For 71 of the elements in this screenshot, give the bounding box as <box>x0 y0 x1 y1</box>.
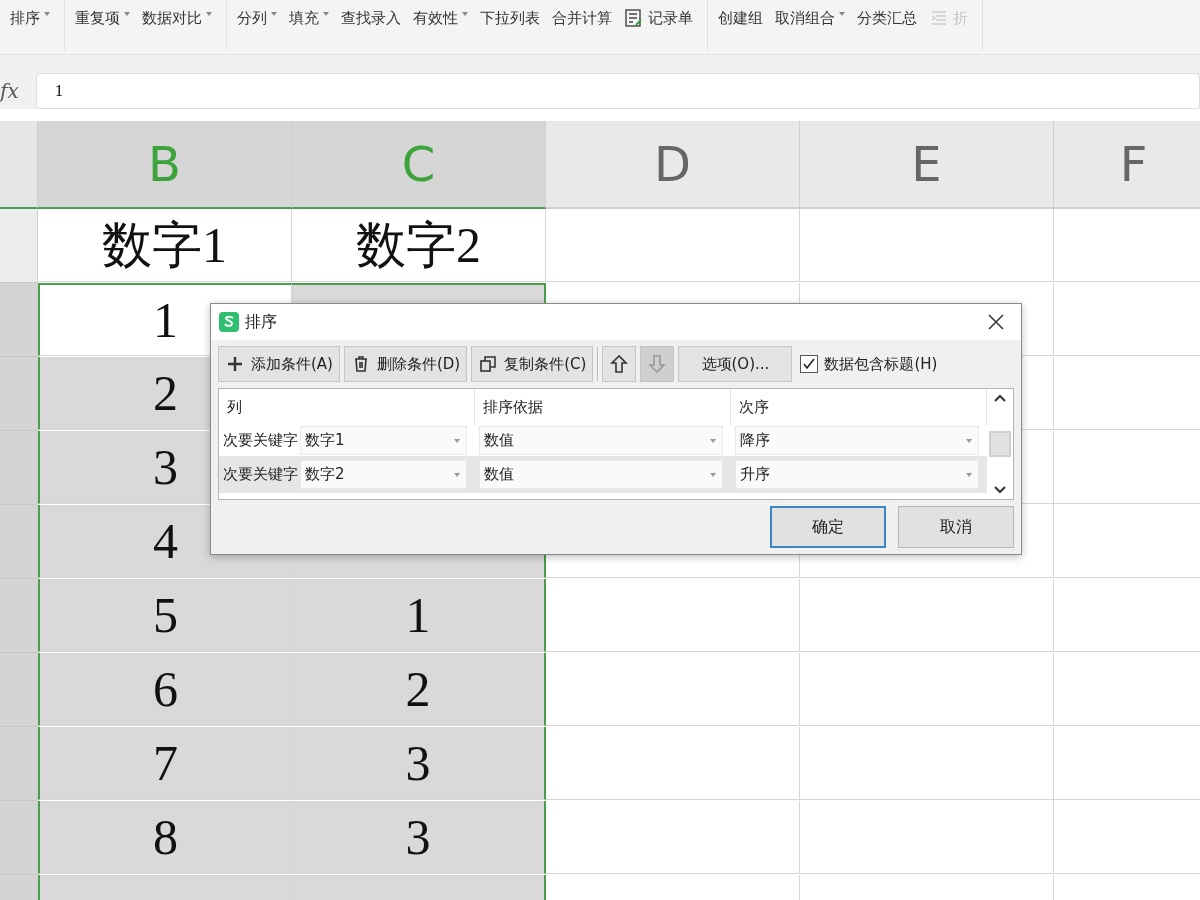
formula-input[interactable]: 1 <box>36 72 1200 109</box>
scroll-up-icon[interactable] <box>993 393 1007 403</box>
caret-icon <box>839 12 845 16</box>
toolbar-button[interactable] <box>602 346 637 382</box>
column-header[interactable]: D <box>546 121 800 209</box>
copy-icon <box>478 354 499 374</box>
row-header[interactable] <box>0 209 38 283</box>
toolbar-button[interactable]: 添加条件(A) <box>218 346 340 382</box>
checkbox[interactable] <box>800 355 819 373</box>
column-select[interactable]: 数字1 <box>300 426 467 455</box>
row-header[interactable] <box>0 801 38 875</box>
collapse-icon <box>929 8 949 28</box>
caret-icon <box>271 12 277 16</box>
column-header[interactable]: E <box>800 121 1054 209</box>
app-logo-icon <box>219 312 239 332</box>
toolbar-button[interactable]: 合并计算 <box>552 6 612 30</box>
toolbar-button[interactable]: 有效性 <box>413 6 468 30</box>
column-header[interactable]: F <box>1054 121 1200 209</box>
table-cell: 7 <box>38 727 292 800</box>
toolbar-button[interactable]: 填充 <box>289 6 329 30</box>
toolbar-button[interactable]: 下拉列表 <box>480 6 540 30</box>
toolbar-button[interactable]: 取消组合 <box>775 6 845 30</box>
scrollbar-thumb[interactable] <box>989 431 1011 457</box>
plus-icon <box>225 354 245 374</box>
scroll-down-icon[interactable] <box>993 485 1007 495</box>
table-cell: 8 <box>38 801 292 874</box>
toolbar-button[interactable]: 分列 <box>237 6 277 30</box>
toolbar-button[interactable]: 记录单 <box>624 6 693 30</box>
caret-icon <box>124 12 130 16</box>
row-header[interactable] <box>0 283 38 357</box>
dialog-button[interactable]: 确定 <box>770 506 886 548</box>
form-icon <box>624 8 644 28</box>
order-select[interactable]: 升序 <box>735 460 979 489</box>
table-cell: 5 <box>38 579 292 652</box>
toolbar-button[interactable]: 排序 <box>10 6 50 30</box>
table-cell: 数字1 <box>38 209 292 282</box>
toolbar-button[interactable]: 删除条件(D) <box>343 346 468 382</box>
caret-icon <box>323 12 329 16</box>
column-select[interactable]: 数字2 <box>300 460 467 489</box>
table-cell: 6 <box>38 653 292 726</box>
dialog-title: 排序 <box>245 311 278 333</box>
row-header[interactable] <box>0 579 38 653</box>
toolbar-button[interactable]: 选项(O)... <box>678 346 793 382</box>
corner-header[interactable] <box>0 121 38 209</box>
caret-icon <box>462 12 468 16</box>
row-header[interactable] <box>0 653 38 727</box>
toolbar-button[interactable]: 分类汇总 <box>857 6 917 30</box>
table-cell: 2 <box>292 653 546 726</box>
caret-icon <box>44 12 50 16</box>
toolbar-button[interactable]: 查找录入 <box>341 6 401 30</box>
row-header[interactable] <box>0 505 38 579</box>
toolbar-button[interactable]: 数据对比 <box>142 6 212 30</box>
row-header[interactable] <box>0 357 38 431</box>
table-cell: 1 <box>292 579 546 652</box>
checkbox-label: 数据包含标题(H) <box>824 354 938 374</box>
order-select[interactable]: 降序 <box>735 426 979 455</box>
toolbar-button[interactable]: 复制条件(C) <box>471 346 594 382</box>
dialog-button[interactable]: 取消 <box>898 506 1014 548</box>
toolbar-button[interactable]: 创建组 <box>718 6 763 30</box>
toolbar-button[interactable]: 重复项 <box>75 6 130 30</box>
table-cell: 3 <box>292 801 546 874</box>
row-header[interactable] <box>0 431 38 505</box>
table-cell: 3 <box>292 727 546 800</box>
down-arrow-icon <box>647 354 668 374</box>
up-arrow-icon <box>609 354 630 374</box>
table-cell: 数字2 <box>292 209 546 282</box>
sort-row[interactable]: 次要关键字 数字2 <box>219 456 475 493</box>
basis-select[interactable]: 数值 <box>479 426 723 455</box>
basis-select[interactable]: 数值 <box>479 460 723 489</box>
row-header[interactable] <box>0 727 38 801</box>
caret-icon <box>206 12 212 16</box>
